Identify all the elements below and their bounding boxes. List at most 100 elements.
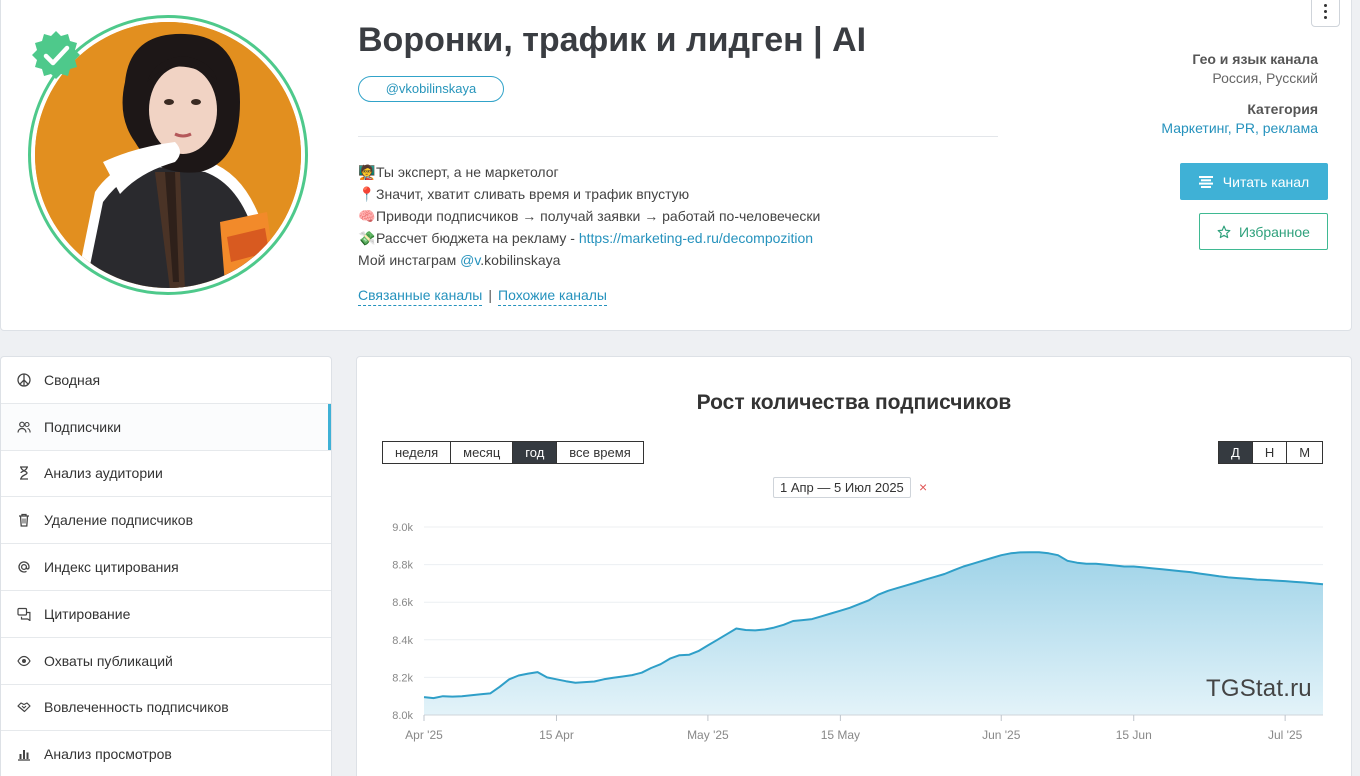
description-line: 🧠Приводи подписчиков → получай заявки → … — [358, 205, 998, 227]
y-tick-label: 8.2k — [392, 672, 413, 684]
description-line: Мой инстаграм @v.kobilinskaya — [358, 249, 998, 271]
read-channel-label: Читать канал — [1222, 173, 1310, 190]
sidebar-item[interactable]: Охваты публикаций — [1, 638, 331, 685]
emoji-icon: 🧑‍🏫 — [358, 164, 376, 180]
sidebar-item-label: Вовлеченность подписчиков — [44, 699, 229, 716]
sidebar-item[interactable]: Цитирование — [1, 591, 331, 638]
star-icon — [1217, 225, 1231, 238]
sidebar-item[interactable]: Вовлеченность подписчиков — [1, 685, 331, 732]
category-link[interactable]: Маркетинг, PR, реклама — [1161, 120, 1318, 136]
period-option[interactable]: все время — [557, 442, 643, 463]
channel-header-card: Воронки, трафик и лидген | AI @vkobilins… — [0, 0, 1352, 331]
category-block: Категория Маркетинг, PR, реклама — [1161, 101, 1318, 136]
kebab-dot-icon — [1324, 10, 1327, 13]
x-tick-label: Jul '25 — [1268, 728, 1303, 742]
sidebar-item-label: Подписчики — [44, 418, 122, 435]
sidebar-item[interactable]: Сводная — [1, 357, 331, 404]
sidebar-item-label: Удаление подписчиков — [44, 512, 194, 529]
geo-label: Гео и язык канала — [1192, 51, 1318, 67]
channel-description: 🧑‍🏫Ты эксперт, а не маркетолог 📍Значит, х… — [358, 161, 998, 271]
description-text: Приводи подписчиков → получай заявки → р… — [376, 208, 821, 224]
clear-range-button[interactable]: × — [919, 479, 927, 495]
description-text: Рассчет бюджета на рекламу - — [376, 230, 579, 246]
emoji-icon: 📍 — [358, 186, 376, 202]
y-tick-label: 8.8k — [392, 560, 413, 572]
category-label: Категория — [1247, 101, 1318, 117]
more-options-button[interactable] — [1311, 0, 1340, 27]
description-line: 💸Рассчет бюджета на рекламу - https://ma… — [358, 227, 998, 249]
kebab-dot-icon — [1324, 4, 1327, 7]
lines-icon — [1198, 175, 1213, 188]
x-tick-label: Jun '25 — [982, 728, 1021, 742]
x-tick-label: May '25 — [687, 728, 729, 742]
peace-icon — [17, 373, 31, 387]
favorite-label: Избранное — [1239, 223, 1310, 240]
trash-icon — [17, 513, 31, 527]
read-channel-button[interactable]: Читать канал — [1180, 163, 1328, 200]
users-icon — [17, 420, 31, 434]
at-icon — [17, 560, 31, 574]
x-tick-label: Apr '25 — [405, 728, 443, 742]
sidebar-item-label: Анализ аудитории — [44, 465, 163, 482]
sidebar-item[interactable]: Подписчики — [1, 403, 331, 451]
y-tick-label: 9.0k — [392, 522, 413, 534]
description-link[interactable]: https://marketing-ed.ru/decompozition — [579, 230, 813, 246]
sidebar-item[interactable]: Анализ просмотров — [1, 731, 331, 776]
sidebar-item[interactable]: Индекс цитирования — [1, 544, 331, 591]
subscribers-chart-card: Рост количества подписчиков неделя месяц г… — [356, 356, 1352, 776]
handshake-icon — [17, 700, 31, 714]
description-text: Ты эксперт, а не маркетолог — [376, 164, 559, 180]
similar-channels-link[interactable]: Похожие каналы — [498, 287, 607, 306]
kebab-dot-icon — [1324, 16, 1327, 19]
x-tick-label: 15 May — [821, 728, 860, 742]
geo-value: Россия, Русский — [1212, 70, 1318, 86]
description-text: .kobilinskaya — [480, 252, 561, 268]
quote-icon — [17, 607, 31, 621]
bar-chart-icon — [17, 747, 31, 761]
geo-language-block: Гео и язык канала Россия, Русский — [1192, 51, 1318, 86]
channel-handle-pill[interactable]: @vkobilinskaya — [358, 76, 504, 102]
granularity-option[interactable]: Д — [1219, 442, 1253, 463]
sidebar-item-label: Анализ просмотров — [44, 746, 172, 763]
y-tick-label: 8.4k — [392, 635, 413, 647]
x-tick-label: 15 Apr — [539, 728, 574, 742]
related-channels-link[interactable]: Связанные каналы — [358, 287, 483, 306]
x-tick-label: 15 Jun — [1116, 728, 1152, 742]
granularity-option[interactable]: Н — [1252, 442, 1288, 463]
related-links: Связанные каналы | Похожие каналы — [358, 287, 607, 306]
period-option[interactable]: месяц — [451, 442, 514, 463]
page-title: Воронки, трафик и лидген | AI — [358, 21, 867, 59]
subscribers-area-chart: 9.0k 8.8k 8.6k 8.4k 8.2k 8.0k Apr '25 15 Apr May… — [392, 522, 1324, 742]
y-tick-label: 8.0k — [392, 710, 413, 722]
sidebar-item[interactable]: Удаление подписчиков — [1, 497, 331, 545]
header-divider — [358, 136, 998, 137]
granularity-option[interactable]: М — [1287, 442, 1323, 463]
date-range-chip: 1 Апр — 5 Июл 2025 — [773, 477, 911, 498]
description-line: 🧑‍🏫Ты эксперт, а не маркетолог — [358, 161, 998, 183]
period-selector: неделя месяц год все время — [382, 441, 644, 464]
description-text: Мой инстаграм — [358, 252, 461, 268]
watermark: TGStat.ru — [1206, 675, 1312, 702]
period-option[interactable]: неделя — [383, 442, 452, 463]
sidebar-item-label: Сводная — [44, 371, 101, 388]
period-option[interactable]: год — [513, 442, 558, 463]
y-tick-label: 8.6k — [392, 597, 413, 609]
sidebar-item-label: Охваты публикаций — [44, 652, 173, 669]
eye-icon — [17, 654, 31, 668]
related-links-separator: | — [488, 287, 492, 303]
description-text: Значит, хватит сливать время и трафик вп… — [376, 186, 690, 202]
chart-title: Рост количества подписчиков — [696, 391, 1012, 414]
emoji-icon: 💸 — [358, 230, 376, 246]
favorite-button[interactable]: Избранное — [1199, 213, 1328, 250]
sidebar-item[interactable]: Анализ аудитории — [1, 451, 331, 498]
sidebar-item-label: Индекс цитирования — [44, 559, 179, 576]
hourglass-icon — [17, 466, 31, 481]
emoji-icon: 🧠 — [358, 208, 376, 224]
granularity-selector: ДНМ — [1218, 441, 1324, 464]
verified-badge-icon — [32, 31, 80, 79]
series-area — [424, 552, 1323, 715]
description-link[interactable]: @v — [460, 252, 480, 268]
sidebar-item-label: Цитирование — [44, 605, 131, 622]
description-line: 📍Значит, хватит сливать время и трафик в… — [358, 183, 998, 205]
sidebar-nav: Сводная Подписчики Анализ аудитории Удалени… — [0, 356, 332, 776]
